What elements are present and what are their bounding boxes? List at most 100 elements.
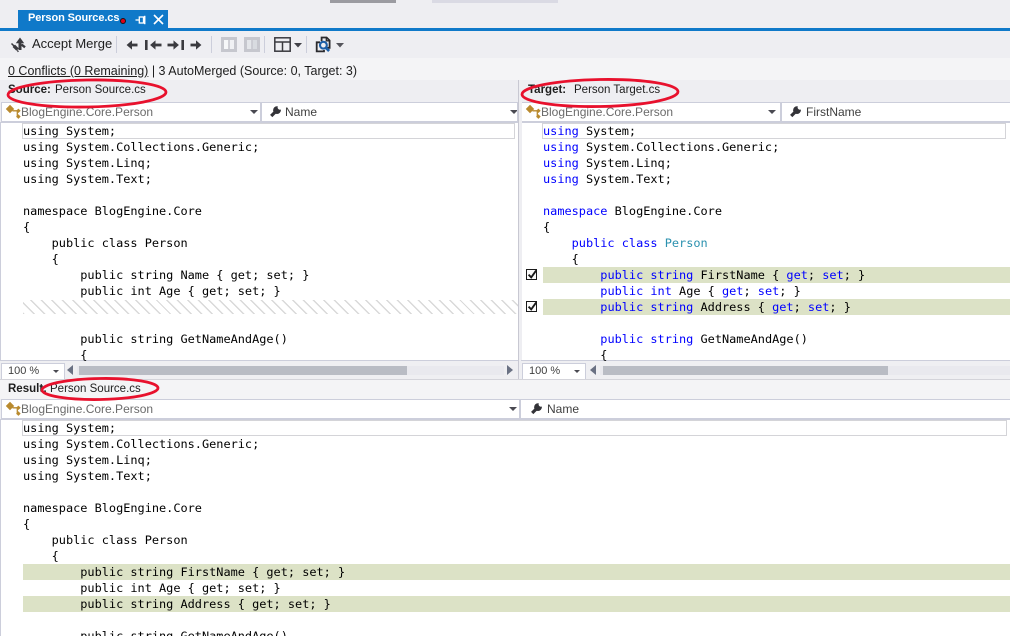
code-line: public string GetNameAndAge() bbox=[1, 331, 519, 347]
code-line: { bbox=[1, 548, 1010, 564]
scrollbar-thumb[interactable] bbox=[79, 366, 407, 375]
code-text: { bbox=[23, 348, 88, 361]
code-text: namespace BlogEngine.Core bbox=[543, 204, 722, 218]
code-line: using System.Text; bbox=[1, 171, 519, 187]
code-line: public string FirstName { get; set; } bbox=[521, 267, 1010, 283]
source-member-dropdown[interactable]: Name bbox=[261, 102, 518, 122]
code-line: public string FirstName { get; set; } bbox=[1, 564, 1010, 580]
missing-line-hatch bbox=[23, 300, 519, 314]
code-line: using System; bbox=[521, 123, 1010, 139]
code-line: { bbox=[1, 251, 519, 267]
close-icon[interactable] bbox=[153, 14, 164, 25]
target-code-pane[interactable]: using System; using System.Collections.Ge… bbox=[521, 122, 1010, 361]
conflicts-link[interactable]: 0 Conflicts (0 Remaining) bbox=[8, 64, 148, 78]
pin-icon[interactable] bbox=[135, 14, 147, 26]
target-type-dropdown[interactable]: BlogEngine.Core.Person bbox=[521, 102, 781, 122]
code-text: public class Person bbox=[571, 236, 708, 250]
code-text: using System.Linq; bbox=[23, 453, 152, 467]
code-text: public int Age { get; set; } bbox=[23, 284, 281, 298]
target-zoom-value: 100 % bbox=[529, 365, 561, 377]
source-type-dropdown[interactable]: BlogEngine.Core.Person bbox=[1, 102, 261, 122]
code-text: using System.Text; bbox=[543, 172, 672, 186]
code-line: public int Age { get; set; } bbox=[1, 283, 519, 299]
code-line: using System; bbox=[1, 420, 1010, 436]
code-line: public string Address { get; set; } bbox=[1, 596, 1010, 612]
code-line: namespace BlogEngine.Core bbox=[1, 203, 519, 219]
source-hscrollbar[interactable] bbox=[77, 366, 504, 375]
code-line: public class Person bbox=[1, 532, 1010, 548]
accept-merge-label[interactable]: Accept Merge bbox=[32, 36, 112, 51]
code-line: using System.Linq; bbox=[521, 155, 1010, 171]
code-line: { bbox=[1, 219, 519, 235]
target-filename: Person Target.cs bbox=[574, 84, 661, 96]
result-code-pane[interactable]: using System; using System.Collections.Ge… bbox=[0, 419, 1010, 636]
dropdown-caret-icon bbox=[768, 110, 776, 114]
result-type-dropdown[interactable]: BlogEngine.Core.Person bbox=[1, 399, 520, 419]
code-line: using System.Text; bbox=[1, 468, 1010, 484]
target-bottom-bar: 100 % bbox=[521, 360, 1010, 380]
source-type-value: BlogEngine.Core.Person bbox=[21, 105, 154, 119]
code-line: using System; bbox=[1, 123, 519, 139]
code-line: namespace BlogEngine.Core bbox=[1, 500, 1010, 516]
compare-dropdown-caret[interactable] bbox=[336, 43, 344, 48]
next-change-icon[interactable] bbox=[190, 40, 202, 50]
result-member-dropdown[interactable]: Name bbox=[520, 399, 1010, 419]
code-text: namespace BlogEngine.Core bbox=[23, 204, 202, 218]
source-zoom-select[interactable]: 100 % bbox=[1, 363, 65, 380]
status-separator: | bbox=[148, 64, 159, 78]
code-text: { bbox=[543, 220, 551, 234]
code-line: public class Person bbox=[1, 235, 519, 251]
code-line: { bbox=[521, 347, 1010, 361]
code-text: using System.Linq; bbox=[23, 156, 152, 170]
class-icon bbox=[5, 104, 21, 119]
target-zoom-select[interactable]: 100 % bbox=[522, 363, 586, 380]
two-pane-right-icon bbox=[244, 37, 260, 52]
compare-files-icon[interactable] bbox=[313, 34, 333, 54]
code-text: { bbox=[23, 517, 31, 531]
result-type-value: BlogEngine.Core.Person bbox=[21, 402, 154, 416]
dropdown-caret-icon bbox=[510, 110, 517, 114]
layout-dropdown-caret[interactable] bbox=[294, 43, 302, 48]
source-bottom-bar: 100 % bbox=[0, 360, 518, 380]
target-hscrollbar[interactable] bbox=[600, 366, 1010, 375]
result-pane-header: Result: Person Source.cs bbox=[0, 379, 1010, 399]
document-tab[interactable]: Person Source.cs bbox=[18, 10, 168, 28]
code-text: { bbox=[23, 220, 31, 234]
code-text: public string Name { get; set; } bbox=[23, 268, 310, 282]
code-text: public int Age { get; set; } bbox=[23, 581, 281, 595]
code-text: { bbox=[23, 252, 59, 266]
result-filename: Person Source.cs bbox=[50, 383, 141, 395]
target-member-dropdown[interactable]: FirstName bbox=[781, 102, 1010, 122]
code-text: public class Person bbox=[23, 236, 188, 250]
code-line: using System.Linq; bbox=[1, 452, 1010, 468]
first-change-icon[interactable] bbox=[145, 40, 162, 50]
prev-change-icon[interactable] bbox=[126, 40, 138, 50]
source-code-pane[interactable]: using System; using System.Collections.Ge… bbox=[0, 122, 519, 361]
scroll-left-arrow[interactable] bbox=[67, 365, 73, 375]
code-text: public int Age { get; set; } bbox=[600, 284, 801, 298]
scrollbar-thumb[interactable] bbox=[603, 366, 888, 375]
toolbar-separator bbox=[306, 36, 307, 53]
code-line: using System.Collections.Generic; bbox=[1, 436, 1010, 452]
code-text: public string Address { get; set; } bbox=[600, 300, 851, 314]
scroll-left-arrow[interactable] bbox=[590, 365, 596, 375]
code-text: public string GetNameAndAge() bbox=[23, 332, 288, 346]
last-change-icon[interactable] bbox=[167, 40, 184, 50]
layout-grid-icon[interactable] bbox=[274, 37, 291, 52]
code-text: public string Address { get; set; } bbox=[23, 597, 331, 611]
tab-title: Person Source.cs bbox=[28, 12, 120, 24]
accept-merge-icon[interactable] bbox=[8, 35, 28, 55]
code-text: { bbox=[23, 549, 59, 563]
code-line: public class Person bbox=[521, 235, 1010, 251]
target-pane-header: Target: Person Target.cs bbox=[0, 80, 1010, 101]
scroll-right-arrow[interactable] bbox=[507, 365, 513, 375]
code-line: public int Age { get; set; } bbox=[1, 580, 1010, 596]
code-text: { bbox=[543, 348, 608, 361]
code-text: using System.Text; bbox=[23, 172, 152, 186]
code-text: using System; bbox=[23, 421, 117, 435]
